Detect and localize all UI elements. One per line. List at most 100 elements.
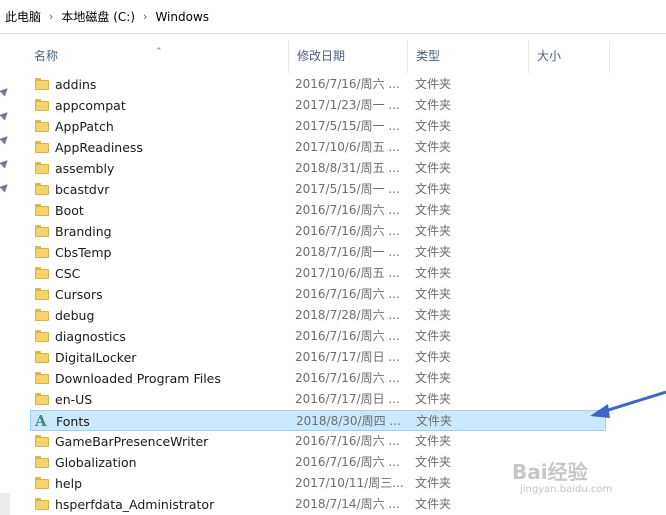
breadcrumb: 此电脑 › 本地磁盘 (C:) › Windows — [0, 0, 666, 34]
file-type: 文件夹 — [415, 266, 452, 280]
folder-icon — [35, 183, 49, 195]
file-row[interactable]: CbsTemp 2018/7/16/周一 ... 文件夹 — [30, 242, 666, 263]
pin-icon[interactable]: ▲ — [0, 181, 14, 198]
file-row[interactable]: AppPatch 2017/5/15/周一 ... 文件夹 — [30, 116, 666, 137]
file-date: 2016/7/16/周六 ... — [295, 371, 400, 385]
file-row[interactable]: CSC 2017/10/6/周五 ... 文件夹 — [30, 263, 666, 284]
file-row[interactable]: addins 2016/7/16/周六 ... 文件夹 — [30, 74, 666, 95]
file-type: 文件夹 — [415, 77, 452, 91]
file-type: 文件夹 — [415, 497, 452, 511]
file-date: 2018/7/14/周六 ... — [295, 497, 400, 511]
breadcrumb-this-pc[interactable]: 此电脑 — [5, 8, 41, 25]
file-type: 文件夹 — [415, 329, 452, 343]
pin-icon[interactable]: ▲ — [0, 85, 14, 102]
pin-icon[interactable]: ▲ — [0, 157, 14, 174]
file-type: 文件夹 — [415, 455, 452, 469]
file-list: addins 2016/7/16/周六 ... 文件夹 appcompat 2017/1… — [30, 74, 666, 515]
file-name: CSC — [55, 266, 81, 281]
file-date: 2018/8/30/周四 ... — [296, 414, 401, 428]
column-size[interactable]: 大小 — [529, 35, 609, 73]
file-row[interactable]: appcompat 2017/1/23/周一 ... 文件夹 — [30, 95, 666, 116]
annotation-arrow — [590, 390, 666, 418]
file-row[interactable]: debug 2018/7/28/周六 ... 文件夹 — [30, 305, 666, 326]
file-type: 文件夹 — [415, 224, 452, 238]
column-type-label: 类型 — [416, 49, 441, 63]
folder-icon — [35, 78, 49, 90]
breadcrumb-local-disk[interactable]: 本地磁盘 (C:) — [61, 8, 135, 25]
folder-icon — [35, 393, 49, 405]
file-type: 文件夹 — [415, 308, 452, 322]
breadcrumb-windows[interactable]: Windows — [155, 10, 209, 24]
file-type: 文件夹 — [415, 287, 452, 301]
file-name: Cursors — [55, 287, 103, 302]
pin-icon[interactable]: ▲ — [0, 133, 14, 150]
file-type: 文件夹 — [415, 434, 452, 448]
column-divider[interactable] — [609, 41, 610, 73]
file-type: 文件夹 — [415, 119, 452, 133]
folder-icon — [35, 351, 49, 363]
column-date-label: 修改日期 — [297, 49, 346, 63]
file-type: 文件夹 — [415, 140, 452, 154]
navigation-pane-edge: ▲ ▲ ▲ ▲ ▲ — [0, 35, 18, 515]
file-row[interactable]: Boot 2016/7/16/周六 ... 文件夹 — [30, 200, 666, 221]
file-row[interactable]: Downloaded Program Files 2016/7/16/周六 ...… — [30, 368, 666, 389]
file-name: help — [55, 476, 83, 491]
file-type: 文件夹 — [416, 414, 453, 428]
column-header: 名称 ⌃ 修改日期 类型 大小 — [26, 35, 666, 73]
file-name: Branding — [55, 224, 112, 239]
folder-icon — [35, 120, 49, 132]
folder-icon — [35, 162, 49, 174]
file-name: AppReadiness — [55, 140, 143, 155]
watermark-logo: Bai经验 — [512, 460, 588, 484]
file-name: debug — [55, 308, 95, 323]
column-date[interactable]: 修改日期 — [289, 35, 407, 73]
file-row[interactable]: Branding 2016/7/16/周六 ... 文件夹 — [30, 221, 666, 242]
file-name: en-US — [55, 392, 93, 407]
folder-icon — [35, 204, 49, 216]
file-row[interactable]: diagnostics 2016/7/16/周六 ... 文件夹 — [30, 326, 666, 347]
chevron-right-icon[interactable]: › — [49, 10, 53, 23]
sort-ascending-icon: ⌃ — [155, 47, 163, 57]
file-name: AppPatch — [55, 119, 114, 134]
file-name: hsperfdata_Administrator — [55, 497, 215, 512]
file-row[interactable]: AppReadiness 2017/10/6/周五 ... 文件夹 — [30, 137, 666, 158]
file-date: 2016/7/17/周日 ... — [295, 392, 400, 406]
file-type: 文件夹 — [415, 245, 452, 259]
folder-icon — [35, 99, 49, 111]
folder-icon — [35, 435, 49, 447]
file-name: Downloaded Program Files — [55, 371, 221, 386]
file-type: 文件夹 — [415, 182, 452, 196]
file-row[interactable]: A Fonts 2018/8/30/周四 ... 文件夹 — [30, 410, 606, 431]
file-date: 2017/10/6/周五 ... — [295, 140, 400, 154]
folder-icon — [35, 456, 49, 468]
folder-icon — [35, 330, 49, 342]
folder-icon — [35, 267, 49, 279]
scrollbar[interactable] — [0, 493, 10, 515]
file-name: assembly — [55, 161, 115, 176]
file-date: 2016/7/16/周六 ... — [295, 434, 400, 448]
file-row[interactable]: DigitalLocker 2016/7/17/周日 ... 文件夹 — [30, 347, 666, 368]
folder-icon — [35, 288, 49, 300]
file-row[interactable]: hsperfdata_Administrator 2018/7/14/周六 ...… — [30, 494, 666, 515]
folder-icon — [35, 309, 49, 321]
file-row[interactable]: bcastdvr 2017/5/15/周一 ... 文件夹 — [30, 179, 666, 200]
pin-icon[interactable]: ▲ — [0, 109, 14, 126]
file-type: 文件夹 — [415, 98, 452, 112]
column-name[interactable]: 名称 ⌃ — [26, 35, 288, 73]
file-row[interactable]: GameBarPresenceWriter 2016/7/16/周六 ... 文件夹 — [30, 431, 666, 452]
file-row[interactable]: assembly 2018/8/31/周五 ... 文件夹 — [30, 158, 666, 179]
file-date: 2016/7/16/周六 ... — [295, 455, 400, 469]
file-date: 2017/5/15/周一 ... — [295, 182, 400, 196]
file-date: 2016/7/16/周六 ... — [295, 224, 400, 238]
file-row[interactable]: en-US 2016/7/17/周日 ... 文件夹 — [30, 389, 666, 410]
column-size-label: 大小 — [537, 49, 562, 63]
column-type[interactable]: 类型 — [408, 35, 528, 73]
chevron-right-icon[interactable]: › — [143, 10, 147, 23]
file-date: 2016/7/16/周六 ... — [295, 77, 400, 91]
file-row[interactable]: Cursors 2016/7/16/周六 ... 文件夹 — [30, 284, 666, 305]
file-type: 文件夹 — [415, 476, 452, 490]
file-name: Globalization — [55, 455, 137, 470]
file-type: 文件夹 — [415, 161, 452, 175]
file-date: 2018/7/28/周六 ... — [295, 308, 400, 322]
file-date: 2017/5/15/周一 ... — [295, 119, 400, 133]
